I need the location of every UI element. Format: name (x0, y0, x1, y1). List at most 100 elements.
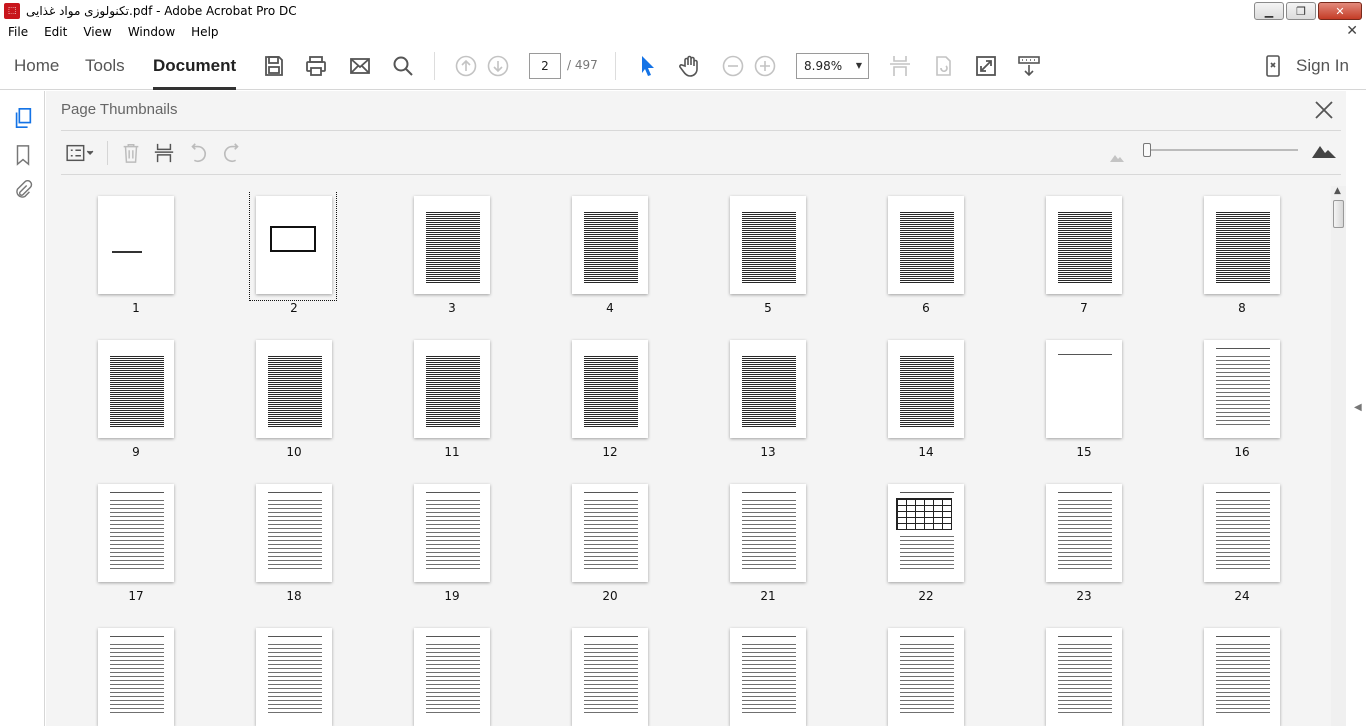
page-thumbnail[interactable]: 17 (91, 479, 181, 609)
fit-width-icon[interactable] (886, 52, 914, 80)
thumbnail-page-image (98, 340, 174, 438)
page-thumbnail[interactable]: 3 (407, 191, 497, 321)
email-icon[interactable] (346, 52, 374, 80)
thumbnail-page-image (888, 340, 964, 438)
previous-page-icon[interactable] (452, 52, 480, 80)
page-thumbnail[interactable] (1039, 623, 1129, 726)
scroll-up-arrow-icon[interactable]: ▲ (1334, 186, 1341, 196)
page-thumbnail[interactable]: 15 (1039, 335, 1129, 465)
save-icon[interactable] (260, 52, 288, 80)
page-thumbnail[interactable]: 23 (1039, 479, 1129, 609)
header-line (584, 492, 638, 493)
page-thumbnail[interactable]: 6 (881, 191, 971, 321)
menu-view[interactable]: View (75, 25, 119, 39)
menu-help[interactable]: Help (183, 25, 226, 39)
page-thumbnail[interactable]: 5 (723, 191, 813, 321)
close-icon[interactable] (1312, 98, 1336, 122)
page-thumbnail[interactable] (881, 623, 971, 726)
text-lines (742, 644, 796, 716)
panel-divider (61, 174, 1341, 175)
page-thumbnail[interactable]: 16 (1197, 335, 1287, 465)
navigation-pane (0, 91, 45, 726)
text-lines (426, 212, 480, 284)
page-thumbnail[interactable] (565, 623, 655, 726)
page-thumbnail[interactable]: 13 (723, 335, 813, 465)
sign-in-link[interactable]: Sign In (1296, 56, 1349, 76)
thumbnail-page-image (98, 196, 174, 294)
tab-document[interactable]: Document (153, 42, 237, 90)
page-number-input[interactable]: 2 (529, 53, 561, 79)
close-document-icon[interactable]: ✕ (1346, 23, 1358, 39)
full-screen-icon[interactable] (972, 52, 1000, 80)
toolbar-divider (434, 52, 435, 80)
thumbnail-size-slider-handle[interactable] (1143, 143, 1151, 157)
page-thumbnail[interactable]: 20 (565, 479, 655, 609)
rotate-page-icon[interactable] (929, 52, 957, 80)
page-thumbnail[interactable]: 24 (1197, 479, 1287, 609)
page-thumbnail[interactable]: 9 (91, 335, 181, 465)
zoom-out-icon[interactable] (719, 52, 747, 80)
read-mode-icon[interactable] (1015, 52, 1043, 80)
trash-icon[interactable] (118, 140, 144, 166)
zoom-in-icon[interactable] (751, 52, 779, 80)
header-line (110, 636, 164, 637)
text-lines (584, 644, 638, 716)
page-thumbnail[interactable]: 19 (407, 479, 497, 609)
page-number-label: 17 (128, 589, 144, 603)
thumbnail-size-slider-track[interactable] (1146, 149, 1298, 151)
tab-home[interactable]: Home (14, 42, 59, 90)
page-thumbnail[interactable] (91, 623, 181, 726)
next-page-icon[interactable] (484, 52, 512, 80)
search-icon[interactable] (389, 52, 417, 80)
page-number-label: 16 (1234, 445, 1250, 459)
page-thumbnail[interactable] (723, 623, 813, 726)
scroll-thumb[interactable] (1333, 200, 1344, 228)
text-lines (1216, 644, 1270, 716)
rotate-clockwise-icon[interactable] (219, 140, 245, 166)
menu-file[interactable]: File (0, 25, 36, 39)
panel-title: Page Thumbnails (61, 101, 178, 118)
page-thumbnail[interactable]: 7 (1039, 191, 1129, 321)
page-thumbnail[interactable]: 18 (249, 479, 339, 609)
maximize-button[interactable]: ❐ (1286, 2, 1316, 20)
zoom-level-select[interactable]: 8.98% ▼ (796, 53, 869, 79)
menu-edit[interactable]: Edit (36, 25, 75, 39)
page-thumbnail[interactable] (1197, 623, 1287, 726)
rotate-counterclockwise-icon[interactable] (185, 140, 211, 166)
options-menu-icon[interactable] (62, 140, 98, 166)
expand-right-pane-icon[interactable]: ◀ (1354, 402, 1362, 413)
thumbnail-page-image (1046, 484, 1122, 582)
close-window-button[interactable]: ✕ (1318, 2, 1362, 20)
page-thumbnail[interactable]: 21 (723, 479, 813, 609)
page-thumbnail[interactable]: 2 (249, 191, 339, 321)
large-thumbnail-icon[interactable] (1312, 142, 1336, 162)
page-thumbnail[interactable]: 4 (565, 191, 655, 321)
thumbnail-scrollbar[interactable]: ▲ (1331, 186, 1346, 726)
select-cursor-icon[interactable] (634, 52, 662, 80)
text-lines (268, 644, 322, 716)
insert-pages-icon[interactable] (151, 140, 177, 166)
mobile-link-icon[interactable] (1259, 52, 1287, 80)
page-thumbnail[interactable]: 22 (881, 479, 971, 609)
page-thumbnail[interactable]: 8 (1197, 191, 1287, 321)
tab-tools[interactable]: Tools (85, 42, 125, 90)
page-thumbnail[interactable]: 1 (91, 191, 181, 321)
menu-window[interactable]: Window (120, 25, 183, 39)
thumbnail-page-image (730, 484, 806, 582)
page-thumbnail[interactable]: 11 (407, 335, 497, 465)
bookmark-icon[interactable] (10, 142, 36, 168)
small-thumbnail-icon[interactable] (1110, 147, 1124, 166)
hand-tool-icon[interactable] (676, 52, 704, 80)
minimize-button[interactable]: ▁ (1254, 2, 1284, 20)
page-thumbnail[interactable] (407, 623, 497, 726)
page-thumbnail[interactable]: 10 (249, 335, 339, 465)
page-thumbnail[interactable]: 12 (565, 335, 655, 465)
print-icon[interactable] (302, 52, 330, 80)
page-thumbnails-icon[interactable] (10, 105, 36, 131)
page-number-label: 13 (760, 445, 776, 459)
text-lines (1216, 212, 1270, 284)
paperclip-icon[interactable] (10, 178, 36, 204)
page-thumbnail[interactable] (249, 623, 339, 726)
text-lines (584, 212, 638, 284)
page-thumbnail[interactable]: 14 (881, 335, 971, 465)
